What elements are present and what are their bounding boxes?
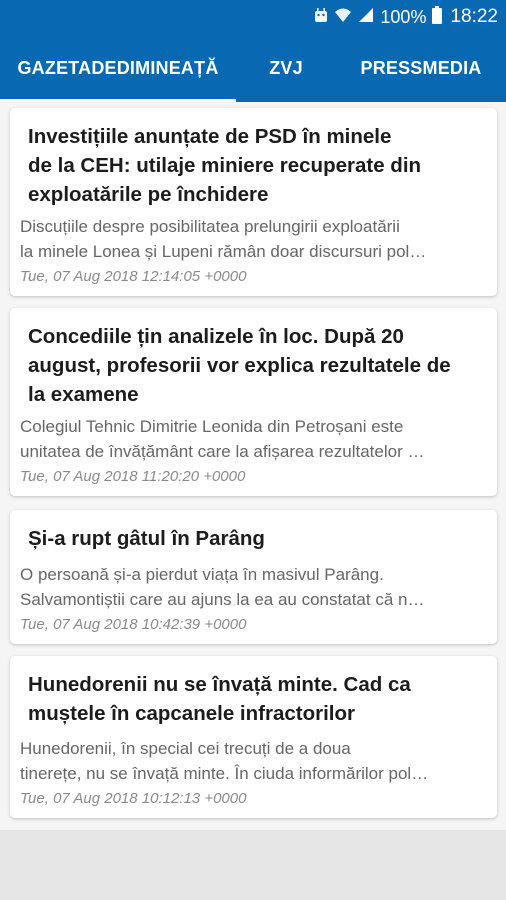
article-title-line: de la CEH: utilaje miniere recuperate di… [28, 154, 422, 177]
article-title-line: Concediile țin analizele în loc. După 20 [28, 325, 404, 348]
article-title: Și-a rupt gâtul în Parâng [28, 524, 477, 553]
tab-zvj[interactable]: ZVJ [236, 34, 336, 102]
article-card[interactable]: Hunedorenii nu se învață minte. Cad ca m… [10, 656, 497, 818]
article-card[interactable]: Și-a rupt gâtul în Parâng O persoană și-… [10, 510, 497, 644]
article-title: Hunedorenii nu se învață minte. Cad ca m… [28, 670, 477, 728]
android-icon [314, 7, 328, 28]
article-card[interactable]: Investițiile anunțate de PSD în minele d… [10, 108, 497, 296]
article-summary: Discuțiile despre posibilitatea prelungi… [20, 214, 485, 264]
article-title: Concediile țin analizele în loc. După 20… [28, 322, 477, 409]
article-summary-line: la minele Lonea și Lupeni rămân doar dis… [20, 242, 427, 261]
article-summary-line: Discuțiile despre posibilitatea prelungi… [20, 217, 400, 236]
tab-pressmedia[interactable]: PRESSMEDIA [336, 34, 506, 102]
article-date: Tue, 07 Aug 2018 11:20:20 +0000 [20, 468, 246, 485]
article-summary: O persoană și-a pierdut viața în masivul… [20, 562, 485, 612]
article-card[interactable]: Concediile țin analizele în loc. După 20… [10, 308, 497, 496]
tab-gazetadedimineata[interactable]: GAZETADEDIMINEAȚĂ [0, 34, 236, 102]
article-summary: Colegiul Tehnic Dimitrie Leonida din Pet… [20, 414, 485, 464]
article-title-line: Și-a rupt gâtul în Parâng [28, 527, 265, 550]
article-summary-line: unitatea de învățământ care la afișarea … [20, 442, 425, 461]
tab-bar: GAZETADEDIMINEAȚĂ ZVJ PRESSMEDIA [0, 34, 506, 102]
signal-icon [358, 7, 374, 28]
article-summary-line: O persoană și-a pierdut viața în masivul… [20, 565, 384, 584]
battery-icon [432, 5, 443, 29]
article-summary-line: tinerețe, nu se învață minte. În ciuda i… [20, 764, 429, 783]
article-title: Investițiile anunțate de PSD în minele d… [28, 122, 477, 209]
wifi-icon [334, 7, 352, 28]
article-date: Tue, 07 Aug 2018 10:12:13 +0000 [20, 790, 247, 807]
article-summary-line: Hunedorenii, în special cei trecuți de a… [20, 739, 351, 758]
article-title-line: muștele în capcanele infractorilor [28, 702, 355, 725]
article-summary-line: Colegiul Tehnic Dimitrie Leonida din Pet… [20, 417, 404, 436]
status-icons: 100% 18:22 [314, 0, 498, 34]
article-list: Investițiile anunțate de PSD în minele d… [0, 102, 506, 830]
article-title-line: exploatările pe închidere [28, 183, 269, 206]
battery-percent: 100% [380, 6, 427, 27]
article-date: Tue, 07 Aug 2018 10:42:39 +0000 [20, 616, 247, 633]
article-summary-line: Salvamontiștii care au ajuns la ea au co… [20, 590, 425, 609]
clock: 18:22 [450, 6, 498, 27]
article-summary: Hunedorenii, în special cei trecuți de a… [20, 736, 485, 786]
article-title-line: august, profesorii vor explica rezultate… [28, 354, 451, 377]
status-bar: 100% 18:22 [0, 0, 506, 34]
article-date: Tue, 07 Aug 2018 12:14:05 +0000 [20, 268, 247, 285]
article-title-line: Hunedorenii nu se învață minte. Cad ca [28, 673, 411, 696]
article-title-line: la examene [28, 383, 139, 406]
article-title-line: Investițiile anunțate de PSD în minele [28, 125, 392, 148]
